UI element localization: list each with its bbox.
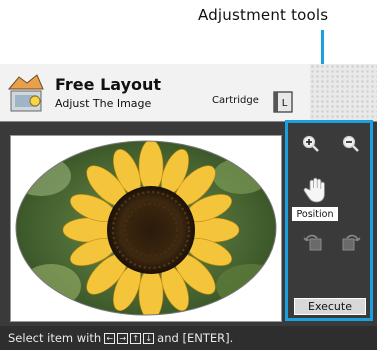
execute-button[interactable]: Execute — [294, 298, 366, 315]
rotate-right-button[interactable] — [340, 231, 362, 253]
printer-screen: Free Layout Adjust The Image Cartridge L — [0, 64, 377, 350]
zoom-out-button[interactable] — [340, 133, 362, 155]
adjustment-tools-panel: Position Execute — [285, 120, 373, 321]
arrow-left-icon: ← — [104, 332, 116, 344]
rotate-left-icon — [303, 234, 322, 251]
cartridge-letter: L — [282, 98, 288, 109]
sunflower-photo — [15, 140, 277, 316]
arrow-up-icon: ↑ — [130, 332, 142, 344]
position-label: Position — [292, 207, 338, 221]
status-bar: Select item with ← → ↑ ↓ and [ENTER]. — [0, 326, 377, 350]
layout-icon — [7, 74, 44, 112]
magnifier-minus-icon — [342, 135, 359, 152]
rotate-left-button[interactable] — [302, 231, 324, 253]
status-prefix: Select item with — [8, 331, 102, 345]
zoom-in-button[interactable] — [300, 133, 322, 155]
arrow-right-icon: → — [117, 332, 129, 344]
layout-thumbnail — [310, 64, 377, 121]
callout-label: Adjustment tools — [198, 6, 329, 24]
hand-icon — [303, 177, 325, 203]
arrow-keys: ← → ↑ ↓ — [104, 332, 155, 344]
photo-frame — [10, 135, 282, 322]
cartridge-icon: L — [273, 91, 293, 113]
cartridge-label: Cartridge — [212, 95, 259, 106]
magnifier-plus-icon — [302, 135, 319, 152]
page-title: Free Layout — [55, 75, 162, 94]
header: Free Layout Adjust The Image Cartridge L — [0, 64, 377, 122]
rotate-right-icon — [342, 234, 361, 251]
position-button[interactable] — [302, 175, 328, 205]
page-subtitle: Adjust The Image — [55, 97, 152, 110]
arrow-down-icon: ↓ — [143, 332, 155, 344]
status-suffix: and [ENTER]. — [157, 331, 234, 345]
